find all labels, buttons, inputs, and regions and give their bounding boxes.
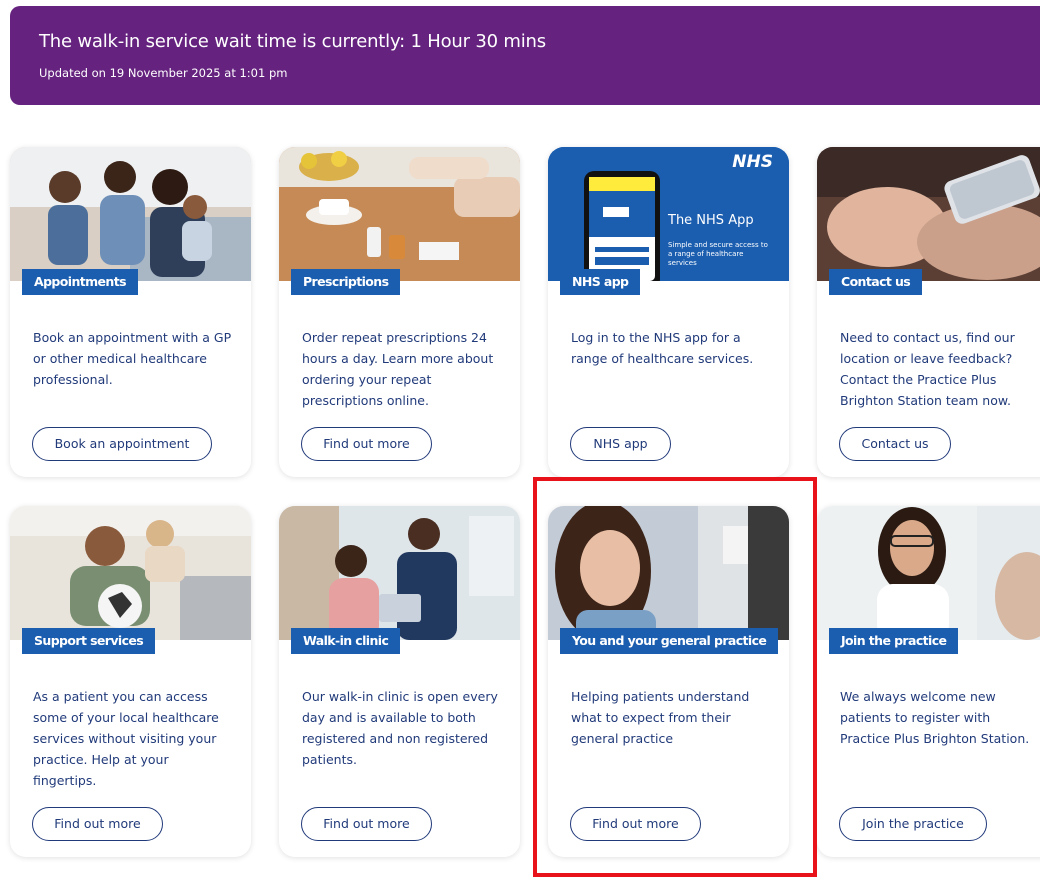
doctor-photo [817,506,1040,640]
nhs-app-button[interactable]: NHS app [570,427,671,461]
tag-nhs-app: NHS app [560,269,641,295]
find-out-more-button[interactable]: Find out more [32,807,163,841]
card-join-practice: Join the practice We always welcome new … [817,506,1040,857]
find-out-more-button[interactable]: Find out more [570,807,701,841]
tag-appointments: Appointments [22,269,138,295]
wait-time-text: The walk-in service wait time is current… [39,31,546,52]
updated-timestamp: Updated on 19 November 2025 at 1:01 pm [39,66,288,80]
book-appointment-button[interactable]: Book an appointment [32,427,212,461]
nhs-app-promo-image: NHS The NHS App Simple and secure access… [548,147,789,281]
card-walk-in-clinic: Walk-in clinic Our walk-in clinic is ope… [279,506,520,857]
card-general-practice: You and your general practice Helping pa… [548,506,789,857]
card-appointments: Appointments Book an appointment with a … [10,147,251,477]
nhs-logo: NHS [726,151,779,173]
card-description: Log in to the NHS app for a range of hea… [571,330,754,366]
nhs-app-title: The NHS App [668,213,754,228]
family-photo [10,147,251,281]
card-support-services: Support services As a patient you can ac… [10,506,251,857]
card-description: Book an appointment with a GP or other m… [33,330,232,387]
tag-prescriptions: Prescriptions [291,269,401,295]
tag-walk-in-clinic: Walk-in clinic [291,628,401,654]
card-description: As a patient you can access some of your… [33,689,219,788]
card-description: Helping patients understand what to expe… [571,689,750,746]
tag-support-services: Support services [22,628,156,654]
tag-join-practice: Join the practice [829,628,959,654]
nhs-app-subtitle: Simple and secure access to a range of h… [668,241,768,267]
patient-photo [548,506,789,640]
find-out-more-button[interactable]: Find out more [301,807,432,841]
card-prescriptions: Prescriptions Order repeat prescriptions… [279,147,520,477]
father-child-photo [10,506,251,640]
contact-us-button[interactable]: Contact us [839,427,951,461]
card-description: We always welcome new patients to regist… [840,689,1030,746]
tag-contact-us: Contact us [829,269,923,295]
clinic-photo [279,506,520,640]
prescriptions-photo [279,147,520,281]
tag-general-practice: You and your general practice [560,628,779,654]
wait-time-banner: The walk-in service wait time is current… [10,6,1040,105]
card-description: Need to contact us, find our location or… [840,330,1015,408]
card-nhs-app: NHS The NHS App Simple and secure access… [548,147,789,477]
card-contact-us: Contact us Need to contact us, find our … [817,147,1040,477]
phone-hands-photo [817,147,1040,281]
card-description: Our walk-in clinic is open every day and… [302,689,498,767]
join-practice-button[interactable]: Join the practice [839,807,987,841]
find-out-more-button[interactable]: Find out more [301,427,432,461]
card-description: Order repeat prescriptions 24 hours a da… [302,330,494,408]
